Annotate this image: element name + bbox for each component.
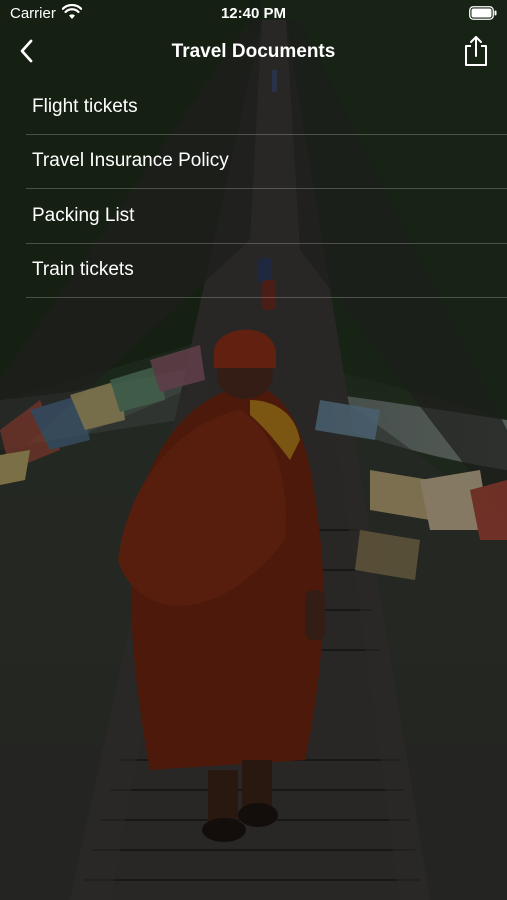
- list-item-packing-list[interactable]: Packing List: [26, 189, 507, 244]
- list-item-train-tickets[interactable]: Train tickets: [26, 244, 507, 298]
- list-item-label: Train tickets: [32, 259, 134, 281]
- page-title: Travel Documents: [171, 41, 336, 62]
- documents-list: Flight tickets Travel Insurance Policy P…: [0, 80, 507, 298]
- list-item-flight-tickets[interactable]: Flight tickets: [26, 80, 507, 135]
- list-item-label: Flight tickets: [32, 95, 138, 117]
- share-button[interactable]: [459, 34, 493, 72]
- status-bar: Carrier 12:40 PM: [0, 0, 507, 28]
- navigation-bar: Travel Documents: [0, 28, 507, 78]
- list-item-label: Travel Insurance Policy: [32, 150, 229, 172]
- list-item-travel-insurance-policy[interactable]: Travel Insurance Policy: [26, 135, 507, 189]
- battery-icon: [469, 6, 497, 25]
- list-item-label: Packing List: [32, 204, 135, 226]
- share-icon: [463, 35, 489, 72]
- clock-time: 12:40 PM: [220, 5, 287, 22]
